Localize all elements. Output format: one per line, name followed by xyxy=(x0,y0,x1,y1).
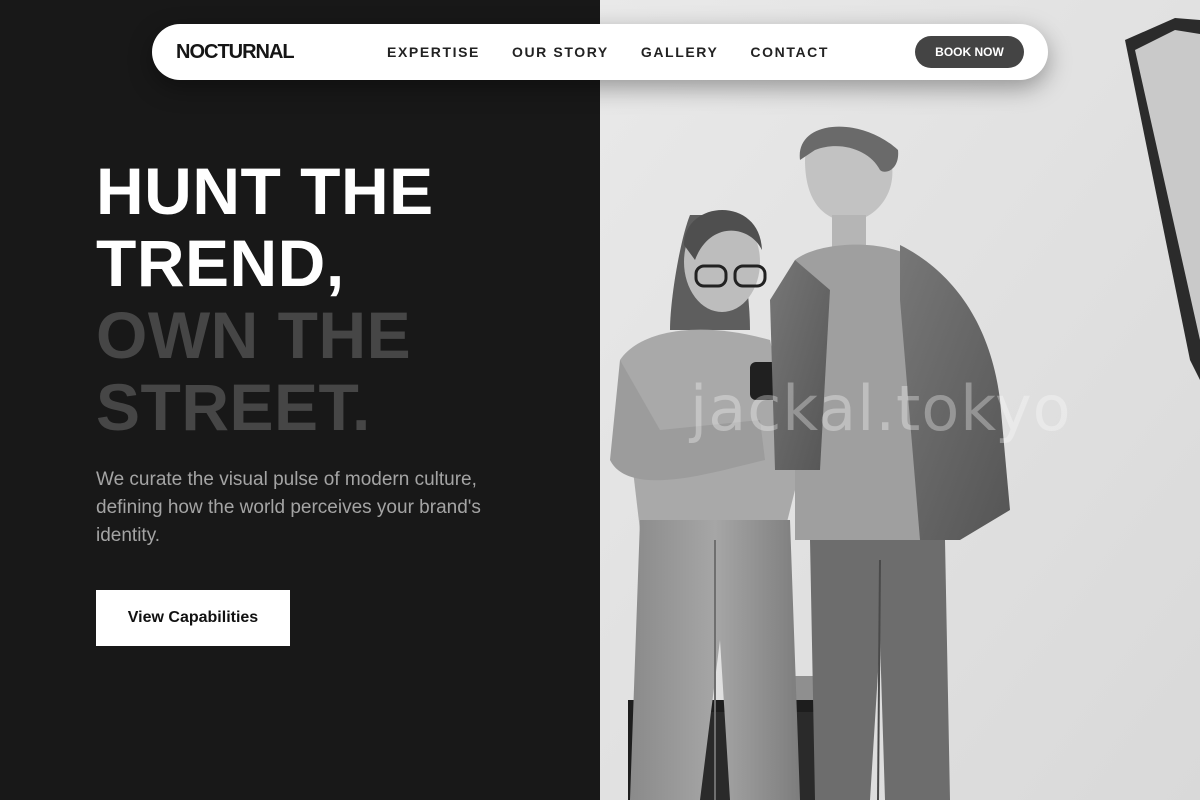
hero-title: HUNT THE TREND, OWN THE STREET. xyxy=(96,155,434,443)
view-capabilities-button[interactable]: View Capabilities xyxy=(96,590,290,646)
nav-link-contact[interactable]: CONTACT xyxy=(750,44,829,60)
brand-logo[interactable]: NOCTURNAL xyxy=(176,41,295,64)
nav-link-gallery[interactable]: GALLERY xyxy=(641,44,719,60)
nav-link-expertise[interactable]: EXPERTISE xyxy=(387,44,480,60)
photo-watermark: jackal.tokyo xyxy=(690,372,1072,445)
nav-links: EXPERTISE OUR STORY GALLERY CONTACT xyxy=(387,44,829,60)
hero-title-line-1: HUNT THE xyxy=(96,154,434,228)
top-navbar: NOCTURNAL EXPERTISE OUR STORY GALLERY CO… xyxy=(152,24,1048,80)
nav-link-our-story[interactable]: OUR STORY xyxy=(512,44,609,60)
hero-title-line-4: STREET. xyxy=(96,370,371,444)
hero-description: We curate the visual pulse of modern cul… xyxy=(96,469,481,546)
hero-title-line-3: OWN THE xyxy=(96,298,412,372)
hero-photo-panel: jackal.tokyo xyxy=(600,0,1200,800)
book-now-button[interactable]: BOOK NOW xyxy=(915,36,1024,68)
hero-title-line-2: TREND, xyxy=(96,226,345,300)
